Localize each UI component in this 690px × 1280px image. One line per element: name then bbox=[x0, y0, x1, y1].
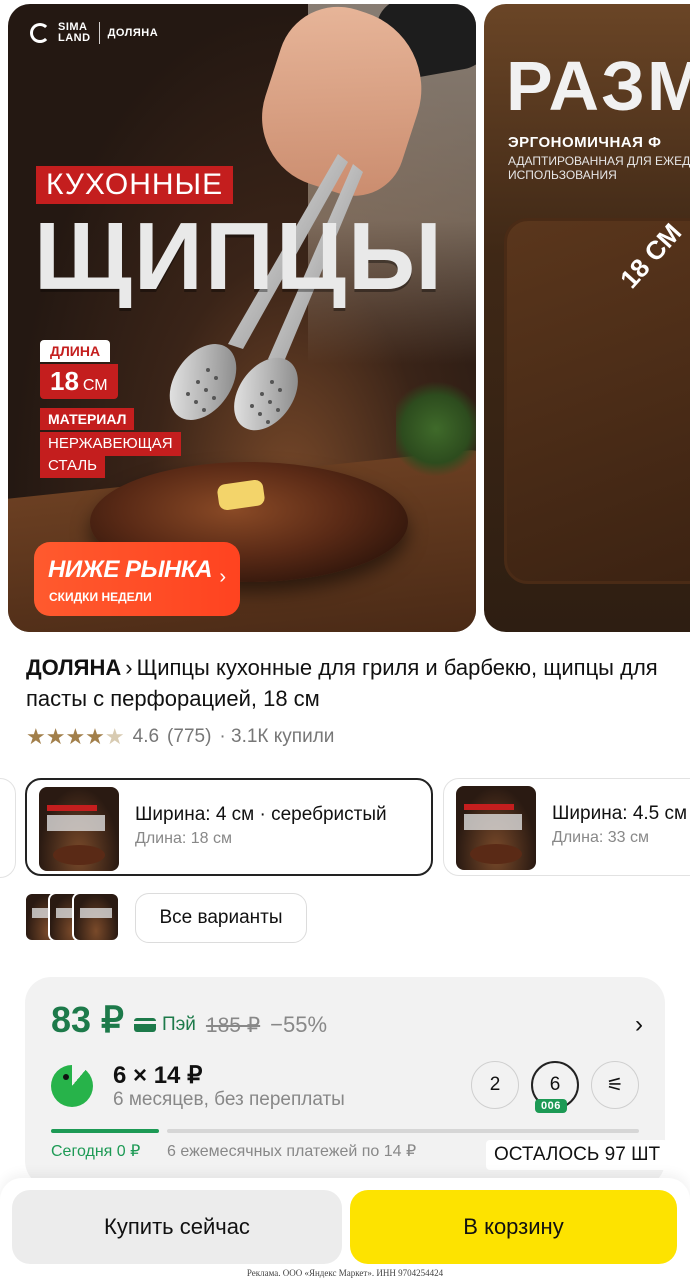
reviews-count: (775) bbox=[167, 726, 212, 747]
material-value: НЕРЖАВЕЮЩАЯ СТАЛЬ bbox=[40, 432, 181, 478]
gallery-slide-1[interactable]: SIMA LAND ДОЛЯНА КУХОННЫЕ ЩИПЦЫ ДЛИНА 18… bbox=[8, 4, 476, 632]
cutting-board-image bbox=[504, 218, 690, 584]
length-label: ДЛИНА bbox=[40, 340, 111, 362]
material-line-1: НЕРЖАВЕЮЩАЯ bbox=[40, 432, 181, 456]
variant-card-other[interactable]: Ширина: 4.5 см Длина: 33 см bbox=[443, 778, 690, 876]
chevron-right-icon: › bbox=[125, 655, 133, 680]
product-title: ДОЛЯНА › Щипцы кухонные для гриля и барбек… bbox=[26, 652, 666, 714]
payment-monthly: 6 ежемесячных платежей по 14 ₽ bbox=[167, 1143, 417, 1160]
variant-thumbnail bbox=[39, 787, 119, 871]
bottom-action-bar: Купить сейчас В корзину bbox=[0, 1178, 690, 1280]
length-value-badge: 18 СМ bbox=[40, 364, 118, 399]
variant-thumbnail bbox=[72, 892, 120, 942]
bought-count: · 3.1К купили bbox=[219, 726, 335, 747]
card-icon bbox=[133, 1018, 156, 1032]
selected-option-tag: 006 bbox=[535, 1099, 567, 1113]
sima-land-icon bbox=[30, 23, 50, 43]
pay-label: Пэй bbox=[161, 1014, 196, 1035]
current-price: 83 ₽ bbox=[51, 999, 124, 1040]
all-variants-button[interactable]: Все варианты bbox=[135, 893, 307, 943]
star-full-icons: ★★★★ bbox=[26, 724, 105, 749]
variant-title: Ширина: 4.5 см bbox=[552, 803, 688, 824]
slide2-title: РАЗМ bbox=[506, 47, 690, 125]
length-unit: СМ bbox=[82, 377, 108, 394]
split-amount: 6 × 14 ₽ bbox=[113, 1062, 203, 1089]
rating-row[interactable]: ★★★★★ 4.6 (775) · 3.1К купили bbox=[26, 724, 334, 750]
payment-progress-rest bbox=[167, 1129, 639, 1133]
variant-card-previous[interactable] bbox=[0, 778, 16, 878]
filter-icon[interactable]: ⚟ bbox=[591, 1061, 639, 1109]
variant-title: Ширина: 4 см · серебристый bbox=[135, 804, 387, 825]
promo-subtitle: СКИДКИ НЕДЕЛИ bbox=[49, 590, 152, 604]
slide2-subtitle-1: ЭРГОНОМИЧНАЯ Ф bbox=[508, 134, 662, 151]
product-gallery[interactable]: SIMA LAND ДОЛЯНА КУХОННЫЕ ЩИПЦЫ ДЛИНА 18… bbox=[0, 0, 690, 640]
variant-subtitle: Длина: 33 см bbox=[552, 829, 649, 846]
pay-badge: Пэй bbox=[133, 1014, 196, 1036]
brand-logo: SIMA LAND ДОЛЯНА bbox=[30, 22, 158, 44]
headline-small: КУХОННЫЕ bbox=[36, 166, 234, 204]
payment-today: Сегодня 0 ₽ bbox=[51, 1143, 141, 1160]
star-half-icon: ★ bbox=[104, 724, 125, 749]
rating-stars-icon: ★★★★★ bbox=[26, 724, 125, 750]
variant-thumbnail bbox=[456, 786, 536, 870]
old-price: 185 ₽ bbox=[205, 1014, 261, 1037]
payment-progress-done bbox=[51, 1129, 159, 1133]
sima-land-text: SIMA LAND bbox=[58, 21, 91, 44]
add-to-cart-button[interactable]: В корзину bbox=[350, 1190, 677, 1264]
chevron-right-icon: › bbox=[219, 566, 226, 588]
material-line-2: СТАЛЬ bbox=[40, 456, 106, 478]
promo-banner[interactable]: НИЖЕ РЫНКА СКИДКИ НЕДЕЛИ › bbox=[34, 542, 240, 616]
split-terms: 6 месяцев, без переплаты bbox=[113, 1089, 345, 1110]
discount-value: −55% bbox=[270, 1012, 328, 1037]
gallery-slide-2[interactable]: РАЗМ ЭРГОНОМИЧНАЯ Ф АДАПТИРОВАННАЯ ДЛЯ Е… bbox=[484, 4, 690, 632]
variant-thumbnails-stack[interactable] bbox=[24, 892, 124, 944]
buy-now-button[interactable]: Купить сейчас bbox=[12, 1190, 342, 1264]
length-value: 18 bbox=[50, 366, 79, 396]
rating-value: 4.6 bbox=[132, 726, 160, 747]
headline-big: ЩИПЦЫ bbox=[34, 203, 444, 310]
brand-link[interactable]: ДОЛЯНА bbox=[26, 655, 121, 680]
installment-option-2[interactable]: 2 bbox=[471, 1061, 519, 1109]
variant-card-selected[interactable]: Ширина: 4 см · серебристый Длина: 18 см bbox=[25, 778, 433, 876]
stock-remaining-badge: ОСТАЛОСЬ 97 ШТ bbox=[486, 1140, 669, 1170]
brand-divider bbox=[98, 22, 100, 44]
split-payment-icon bbox=[51, 1065, 93, 1107]
chevron-right-icon[interactable]: › bbox=[635, 1011, 643, 1039]
herb-image bbox=[396, 374, 476, 484]
promo-title: НИЖЕ РЫНКА bbox=[48, 556, 212, 583]
ad-disclaimer: Реклама. ООО «Яндекс Маркет». ИНН 970425… bbox=[246, 1268, 444, 1278]
price-row: 83 ₽ Пэй 185 ₽ −55% bbox=[51, 999, 327, 1041]
variant-subtitle: Длина: 18 см bbox=[135, 830, 232, 847]
brand-dolyana-text: ДОЛЯНА bbox=[107, 27, 159, 39]
material-label: МАТЕРИАЛ bbox=[40, 408, 135, 430]
slide2-subtitle-2: АДАПТИРОВАННАЯ ДЛЯ ЕЖЕД ИСПОЛЬЗОВАНИЯ bbox=[508, 154, 690, 182]
